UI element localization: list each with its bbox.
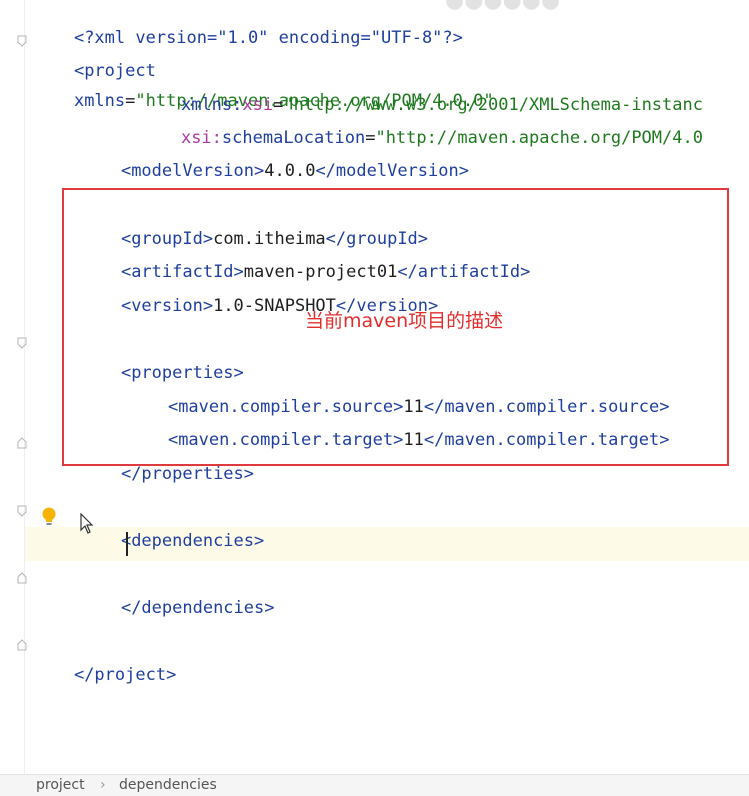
xmlns-attr: xmlns xyxy=(73,91,126,111)
text-caret xyxy=(126,532,128,556)
annotation-text: 当前maven项目的描述 xyxy=(305,310,504,332)
properties-close-tag: </properties> xyxy=(120,464,255,484)
fold-icon[interactable] xyxy=(17,437,27,449)
dependencies-close-line[interactable]: </dependencies> xyxy=(80,563,275,618)
project-close-tag: </project> xyxy=(73,665,177,685)
model-open-tag: <modelVersion> xyxy=(120,161,265,181)
breadcrumb-project[interactable]: project xyxy=(36,777,85,793)
breadcrumb-separator: › xyxy=(100,777,106,793)
project-open-line[interactable]: <project xmlns="http://maven.apache.org/… xyxy=(33,26,494,111)
fold-icon[interactable] xyxy=(17,639,27,651)
lightbulb-icon[interactable] xyxy=(40,506,58,528)
breadcrumb-dependencies[interactable]: dependencies xyxy=(119,777,217,793)
breadcrumb: project › dependencies xyxy=(0,774,749,796)
fold-icon[interactable] xyxy=(17,337,27,349)
dependencies-close-tag: </dependencies> xyxy=(120,598,275,618)
xsi-line[interactable]: xmlns:xsi="http://www.w3.org/2001/XMLSch… xyxy=(140,60,703,115)
model-version-line[interactable]: <modelVersion>4.0.0</modelVersion> xyxy=(80,126,469,181)
schema-location-line[interactable]: xsi:schemaLocation="http://maven.apache.… xyxy=(140,93,703,148)
project-close-line[interactable]: </project> xyxy=(33,630,176,685)
mouse-pointer-icon xyxy=(80,512,94,539)
dependencies-open-line[interactable]: <dependencies> xyxy=(80,496,264,551)
fold-icon[interactable] xyxy=(17,505,27,517)
model-value: 4.0.0 xyxy=(264,161,316,181)
dependencies-open-tag: <dependencies> xyxy=(120,531,265,551)
model-close-tag: </modelVersion> xyxy=(315,161,469,181)
xml-prolog-line[interactable]: <?xml version="1.0" encoding="UTF-8"?> xyxy=(33,0,463,48)
fold-icon[interactable] xyxy=(17,572,27,584)
editor-gutter xyxy=(0,0,25,775)
fold-icon[interactable] xyxy=(17,35,27,47)
